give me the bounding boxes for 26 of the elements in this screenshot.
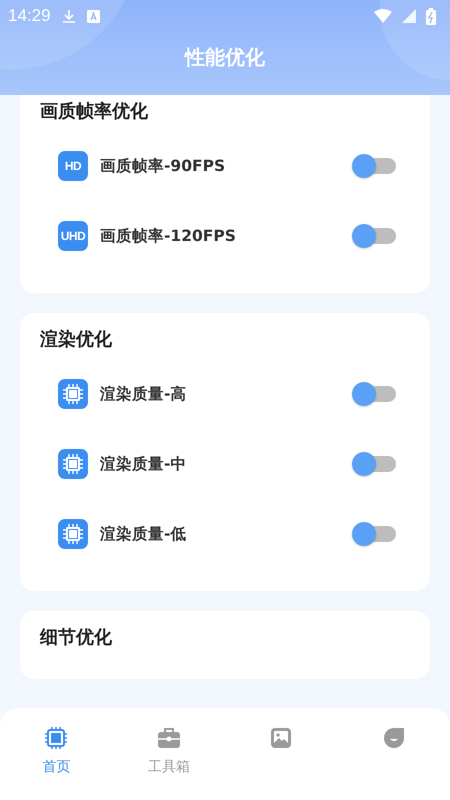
resolution-badge-icon: HD (58, 151, 88, 181)
nav-tab[interactable]: 首页 (0, 726, 112, 800)
status-time: 14:29 (8, 6, 51, 26)
option-label: 渲染质量-高 (100, 384, 188, 404)
option-label: 画质帧率-120FPS (100, 226, 237, 246)
page-title: 性能优化 (183, 44, 266, 71)
download-icon (60, 8, 77, 24)
nav-tab[interactable]: 工具箱 (112, 726, 225, 800)
option-label: 渲染质量-中 (100, 454, 188, 474)
section-heading: 画质帧率优化 (40, 100, 149, 123)
battery-icon (426, 8, 436, 24)
option-label: 画质帧率-90FPS (100, 156, 226, 176)
image-icon (269, 726, 294, 750)
wifi-icon (374, 9, 392, 23)
notification-icon (86, 10, 100, 22)
chip-icon (44, 726, 68, 750)
chip-icon (58, 379, 88, 409)
toolbox-icon (156, 726, 181, 750)
section-heading: 渲染优化 (40, 328, 113, 351)
chip-icon (58, 519, 88, 549)
face-icon (382, 726, 406, 750)
option-label: 渲染质量-低 (100, 524, 188, 544)
signal-icon (402, 9, 416, 23)
chip-icon (58, 449, 88, 479)
resolution-badge-icon: UHD (58, 221, 88, 251)
section-heading: 细节优化 (40, 626, 113, 649)
